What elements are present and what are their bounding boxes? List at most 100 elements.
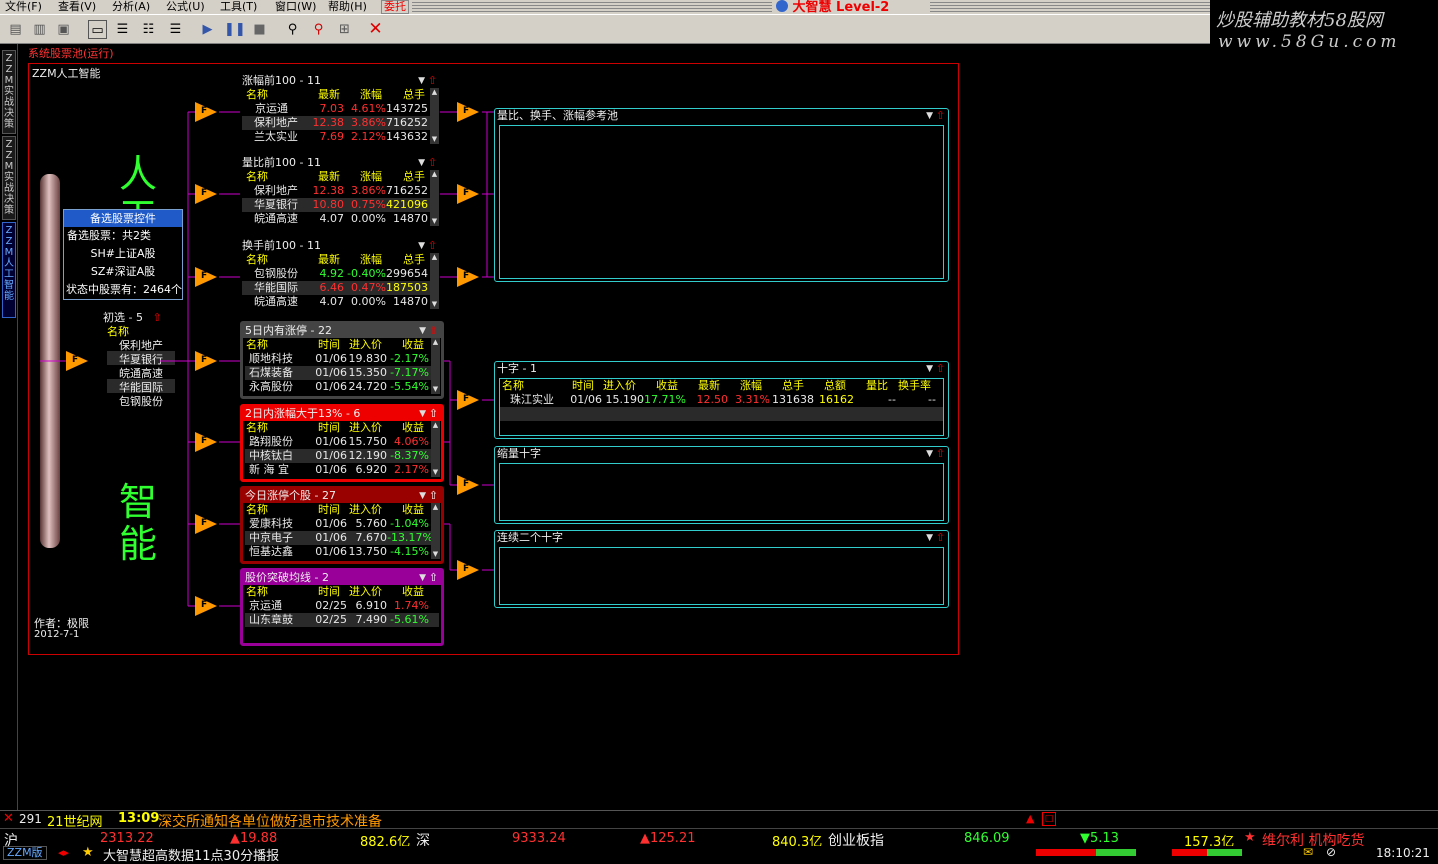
table-row[interactable]: 顺地科技 01/06 19.830 -2.17% [245,352,431,366]
table-row[interactable]: 京运通 7.03 4.61% 143725 [242,102,430,116]
table-cell: 716252 [386,116,428,129]
pool-list-area[interactable] [499,125,944,279]
cy-index-value[interactable]: 846.09 [964,831,1010,846]
pin-icon[interactable]: ⇧ [429,489,438,503]
table-row[interactable]: 爱康科技 01/06 5.760 -1.04% [245,517,431,531]
message-icon[interactable]: □ [1042,812,1056,826]
scroll-up-icon[interactable]: ▲ [430,88,439,97]
close-icon[interactable]: ✕ [3,811,14,826]
scrollbar[interactable]: ▲ ▼ [430,253,439,309]
table-row[interactable]: 保利地产 12.38 3.86% 716252 [242,184,430,198]
nav-arrows-icon[interactable]: ◂▸ [58,846,69,859]
scroll-up-icon[interactable]: ▲ [431,503,440,512]
sh-index-value[interactable]: 2313.22 [100,831,154,846]
scroll-up-icon[interactable]: ▲ [430,170,439,179]
table-cell: 珠江实业 [510,393,554,406]
filter-node-label: F [463,564,470,574]
pin-icon[interactable]: ⇧ [429,571,438,585]
pin-icon[interactable]: ⇧ [936,447,945,461]
dropdown-icon[interactable]: ▼ [926,109,933,123]
dropdown-icon[interactable]: ▼ [419,324,426,338]
table-row[interactable]: 皖通高速 4.07 0.00% 14870 [242,295,430,309]
table-cell: -13.17% [387,531,433,544]
column-header: 收益 [402,421,424,434]
table-row[interactable] [500,407,943,421]
column-header: 涨幅 [740,379,762,392]
popup-line: SZ#深证A股 [90,265,156,278]
pin-icon[interactable]: ⇧ [936,362,945,376]
scrollbar[interactable]: ▲ ▼ [430,170,439,226]
table-cell: 永高股份 [249,380,293,393]
table-row[interactable]: 中京电子 01/06 7.670 -13.17% [245,531,433,545]
shrink-cross-area[interactable] [499,463,944,521]
table-row[interactable]: 珠江实业 01/06 15.190 -17.71% 12.50 3.31% 13… [500,393,943,407]
scrollbar[interactable]: ▲ ▼ [430,88,439,144]
table-cell: 131638 [772,393,814,406]
table-cell: 皖通高速 [254,295,298,308]
pin-icon[interactable]: ⇧ [429,407,438,421]
scrollbar[interactable]: ▲ ▼ [431,503,440,559]
table-cell: 2.12% [351,130,386,143]
table-row[interactable]: 山东章鼓 02/25 7.490 -5.61% [245,613,439,627]
dropdown-icon[interactable]: ▼ [418,74,425,88]
table-row[interactable]: 华能国际 6.46 0.47% 187503 [242,281,430,295]
scrollbar[interactable]: ▲ ▼ [431,421,440,477]
scroll-down-icon[interactable]: ▼ [430,217,439,226]
table-row[interactable]: 京运通 02/25 6.910 1.74% [245,599,439,613]
table-row[interactable]: 保利地产 12.38 3.86% 716252 [242,116,430,130]
column-header: 收益 [402,338,424,351]
table-cell: -5.54% [390,380,429,393]
sz-index-value[interactable]: 9333.24 [512,831,566,846]
table-cell: 路翔股份 [249,435,293,448]
table-cell: -7.17% [390,366,429,379]
status-tab[interactable]: ZZM版 [3,846,47,860]
table-cell: 01/06 [315,463,347,476]
pin-icon[interactable]: ⇧ [428,156,437,170]
table-cell: 3.86% [351,184,386,197]
filter-node-label: F [463,394,470,404]
dropdown-icon[interactable]: ▼ [419,407,426,421]
table-row[interactable]: 中核钛白 01/06 12.190 -8.37% [245,449,431,463]
dropdown-icon[interactable]: ▼ [419,571,426,585]
table-row[interactable]: 新 海 宜 01/06 6.920 2.17% [245,463,431,477]
pin-icon[interactable]: ⇧ [936,531,945,545]
pin-icon[interactable]: ⇧ [936,109,945,123]
dropdown-icon[interactable]: ▼ [926,531,933,545]
table-row[interactable]: 石煤装备 01/06 15.350 -7.17% [245,366,431,380]
column-header: 时间 [318,503,340,516]
pin-icon[interactable]: ⇧ [428,74,437,88]
panel-title: 5日内有涨停 - 22 ▼ ⇧ [243,324,441,338]
status-message[interactable]: 大智慧超高数据11点30分播报 [103,845,279,864]
table-cell: 4.07 [319,212,345,225]
scroll-down-icon[interactable]: ▼ [431,550,440,559]
scroll-down-icon[interactable]: ▼ [431,385,440,394]
pin-icon[interactable]: ⇧ [429,324,438,338]
scroll-down-icon[interactable]: ▼ [430,135,439,144]
table-cell: 01/06 [315,380,347,393]
table-row[interactable]: 永高股份 01/06 24.720 -5.54% [245,380,431,394]
scroll-down-icon[interactable]: ▼ [431,468,440,477]
table-row[interactable]: 路翔股份 01/06 15.750 4.06% [245,435,431,449]
scroll-up-icon[interactable]: ▲ [431,338,440,347]
mail-icon[interactable]: ✉ [1303,845,1313,859]
dropdown-icon[interactable]: ▼ [419,489,426,503]
column-header: 名称 [246,421,268,434]
scroll-up-icon[interactable]: ▲ [1026,812,1034,825]
table-row[interactable]: 包钢股份 4.92 -0.40% 299654 [242,267,430,281]
scroll-up-icon[interactable]: ▲ [430,253,439,262]
table-cell: 15.350 [348,366,388,379]
scrollbar[interactable]: ▲ ▼ [431,338,440,394]
table-row[interactable]: 兰太实业 7.69 2.12% 143632 [242,130,430,144]
table-row[interactable]: 皖通高速 4.07 0.00% 14870 [242,212,430,226]
scroll-up-icon[interactable]: ▲ [431,421,440,430]
table-row[interactable]: 华夏银行 10.80 0.75% 421096 [242,198,430,212]
pin-icon[interactable]: ⇧ [428,239,437,253]
dropdown-icon[interactable]: ▼ [418,156,425,170]
dropdown-icon[interactable]: ▼ [926,362,933,376]
dropdown-icon[interactable]: ▼ [418,239,425,253]
table-row[interactable]: 恒基达鑫 01/06 13.750 -4.15% [245,545,431,559]
column-header: 时间 [318,338,340,351]
dropdown-icon[interactable]: ▼ [926,447,933,461]
two-cross-area[interactable] [499,547,944,605]
scroll-down-icon[interactable]: ▼ [430,300,439,309]
